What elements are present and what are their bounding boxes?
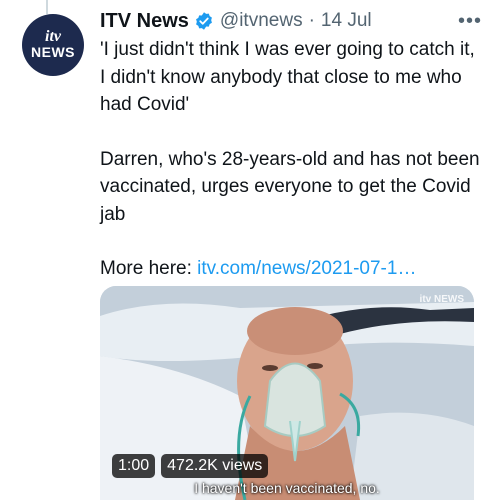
- tweet-text: 'I just didn't think I was ever going to…: [100, 36, 485, 283]
- tweet-paragraph-quote: 'I just didn't think I was ever going to…: [100, 39, 475, 115]
- avatar[interactable]: itv NEWS: [22, 14, 84, 76]
- separator-dot: ·: [308, 10, 315, 31]
- channel-watermark: itv NEWS: [419, 294, 464, 305]
- tweet-date[interactable]: 14 Jul: [321, 10, 372, 32]
- video-duration: 1:00: [112, 454, 156, 478]
- tweet-header: ITV News @itvnews · 14 Jul •••: [100, 8, 482, 34]
- video-views: 472.2K views: [161, 454, 269, 478]
- avatar-logo-bottom: NEWS: [31, 44, 75, 60]
- more-options-icon[interactable]: •••: [458, 11, 482, 31]
- author-name[interactable]: ITV News: [100, 10, 189, 33]
- link-prefix: More here:: [100, 258, 198, 279]
- author-handle[interactable]: @itvnews: [220, 10, 303, 32]
- avatar-logo-top: itv: [45, 28, 61, 45]
- video-subtitle: I haven't been vaccinated, no.: [194, 480, 380, 496]
- verified-badge-icon: [196, 12, 212, 30]
- tweet-paragraph-body: Darren, who's 28-years-old and has not b…: [100, 148, 480, 225]
- article-link[interactable]: itv.com/news/2021-07-1…: [197, 258, 416, 279]
- tweet-paragraph-link: More here: itv.com/news/2021-07-1…: [100, 255, 485, 283]
- video-info: 1:00 472.2K views: [112, 454, 269, 478]
- thread-line: [46, 0, 48, 14]
- video-player[interactable]: itv NEWS I haven't been vaccinated, no. …: [100, 286, 474, 500]
